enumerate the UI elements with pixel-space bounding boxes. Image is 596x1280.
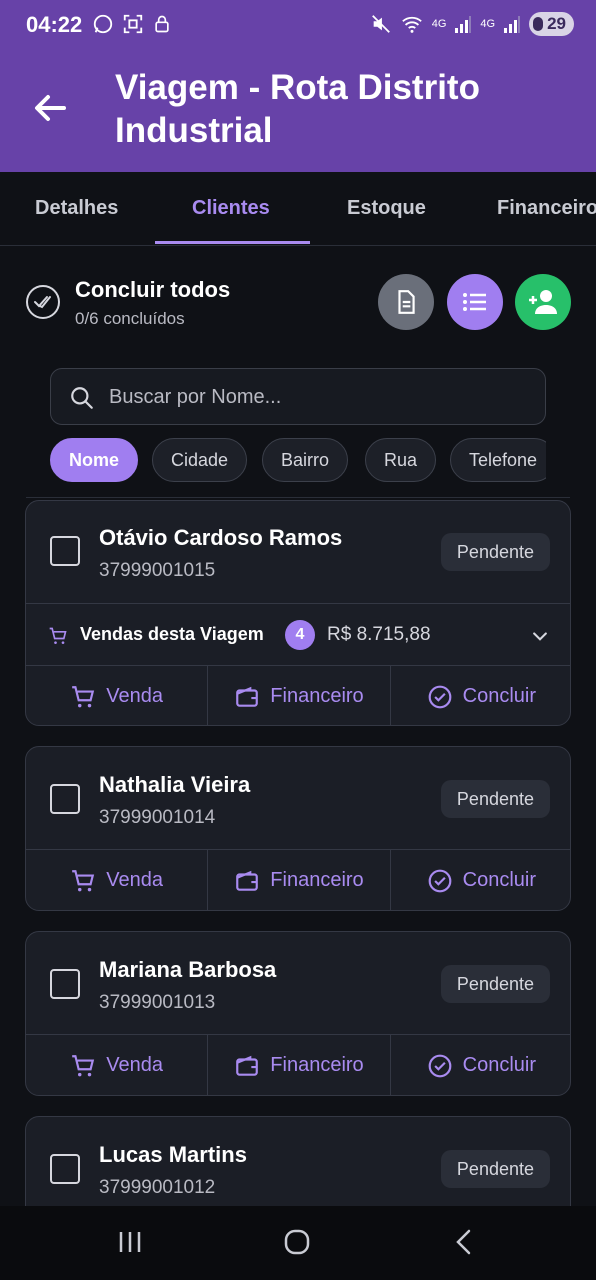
double-check-icon[interactable]	[26, 285, 60, 319]
app-bar: 04:22 4G 4G 29 Viagem - Rota Distrito In…	[0, 0, 596, 172]
status-badge: Pendente	[440, 533, 550, 571]
finance-button[interactable]: Financeiro	[208, 850, 391, 910]
page-title: Viagem - Rota Distrito Industrial	[115, 68, 480, 150]
battery-indicator: 29	[529, 12, 574, 36]
network-type-1: 4G	[431, 18, 447, 30]
lock-icon	[155, 15, 169, 33]
sales-title: Vendas desta Viagem	[80, 624, 264, 644]
sale-button[interactable]: Venda	[26, 850, 209, 910]
cart-icon	[49, 627, 67, 644]
filter-chip-rua[interactable]: Rua	[365, 438, 437, 482]
recent-apps-icon[interactable]	[116, 1228, 144, 1256]
back-arrow-icon[interactable]	[30, 88, 70, 128]
search-icon	[71, 387, 93, 409]
home-icon[interactable]	[283, 1228, 311, 1256]
filter-chip-cidade[interactable]: Cidade	[152, 438, 248, 482]
sale-button[interactable]: Venda	[26, 1035, 209, 1095]
search-input[interactable]	[109, 379, 529, 415]
sales-total: R$ 8.715,88	[327, 624, 431, 645]
status-badge: Pendente	[440, 1150, 550, 1188]
search-box	[50, 368, 546, 425]
chevron-down-icon[interactable]	[530, 626, 550, 646]
client-checkbox[interactable]	[50, 536, 80, 566]
filter-chip-nome[interactable]: Nome	[50, 438, 139, 482]
mute-icon	[371, 15, 390, 33]
conclude-button[interactable]: Concluir	[391, 850, 570, 910]
tab-detalhes[interactable]: Detalhes	[35, 197, 118, 220]
client-phone: 37999001012	[99, 1177, 216, 1198]
tab-estoque[interactable]: Estoque	[347, 197, 426, 220]
signal-icon	[455, 16, 472, 33]
status-time: 04:22	[26, 12, 83, 37]
finance-label: Financeiro	[270, 1054, 364, 1076]
conclude-progress: 0/6 concluídos	[75, 309, 185, 328]
cart-icon	[72, 1054, 95, 1076]
client-card: Mariana Barbosa 37999001013 Pendente Ven…	[25, 931, 571, 1096]
card-actions: Venda Financeiro Concluir	[26, 849, 570, 910]
back-nav-icon[interactable]	[450, 1228, 478, 1256]
sales-count-badge: 4	[285, 620, 315, 650]
whatsapp-icon	[93, 14, 113, 34]
filter-chip-telefone[interactable]: Telefone	[450, 438, 546, 482]
client-phone: 37999001014	[99, 807, 216, 828]
list-view-button[interactable]	[447, 274, 503, 330]
wallet-icon	[236, 870, 259, 891]
sales-summary[interactable]: Vendas desta Viagem 4 R$ 8.715,88	[26, 603, 570, 665]
divider	[26, 497, 570, 498]
signal-icon-2	[504, 16, 521, 33]
conclude-all-title: Concluir todos	[75, 277, 231, 302]
screenshot-icon	[123, 14, 143, 34]
document-icon	[398, 290, 415, 314]
client-phone: 37999001013	[99, 992, 216, 1013]
card-actions: Venda Financeiro Concluir	[26, 665, 570, 725]
check-circle-icon	[428, 1054, 452, 1077]
finance-label: Financeiro	[270, 869, 364, 891]
status-bar: 04:22 4G 4G 29	[0, 0, 596, 52]
filter-chip-bairro[interactable]: Bairro	[262, 438, 349, 482]
client-name: Nathalia Vieira	[99, 772, 251, 797]
cart-icon	[72, 869, 95, 891]
card-actions: Venda Financeiro Concluir	[26, 1034, 570, 1095]
wallet-icon	[236, 686, 259, 707]
network-type-2: 4G	[480, 18, 496, 30]
add-client-button[interactable]	[515, 274, 571, 330]
sale-button[interactable]: Venda	[26, 666, 209, 725]
conclude-label: Concluir	[462, 869, 536, 891]
client-card: Nathalia Vieira 37999001014 Pendente Ven…	[25, 746, 571, 911]
status-badge: Pendente	[440, 780, 550, 818]
add-user-icon	[529, 290, 557, 314]
client-name: Mariana Barbosa	[99, 957, 277, 982]
system-nav-bar	[0, 1206, 596, 1280]
tab-indicator	[155, 241, 310, 244]
check-circle-icon	[428, 869, 452, 892]
cart-icon	[72, 685, 95, 707]
status-badge: Pendente	[440, 965, 550, 1003]
filter-chips: Nome Cidade Bairro Rua Telefone	[50, 438, 546, 484]
finance-button[interactable]: Financeiro	[208, 1035, 391, 1095]
client-checkbox[interactable]	[50, 1154, 80, 1184]
tab-financeiro[interactable]: Financeiro	[497, 197, 596, 220]
client-checkbox[interactable]	[50, 784, 80, 814]
wallet-icon	[236, 1055, 259, 1076]
tab-bar: Detalhes Clientes Estoque Financeiro	[0, 172, 596, 246]
sale-label: Venda	[106, 1054, 164, 1076]
finance-label: Financeiro	[270, 685, 364, 707]
conclude-button[interactable]: Concluir	[391, 666, 570, 725]
sale-label: Venda	[106, 869, 164, 891]
check-circle-icon	[428, 685, 452, 708]
conclude-label: Concluir	[462, 1054, 536, 1076]
conclude-button[interactable]: Concluir	[391, 1035, 570, 1095]
report-button[interactable]	[378, 274, 434, 330]
conclude-label: Concluir	[462, 685, 536, 707]
sale-label: Venda	[106, 685, 164, 707]
tab-clientes[interactable]: Clientes	[192, 197, 270, 220]
finance-button[interactable]: Financeiro	[208, 666, 391, 725]
client-phone: 37999001015	[99, 560, 216, 581]
wifi-icon	[401, 16, 422, 33]
list-icon	[463, 293, 486, 311]
client-name: Lucas Martins	[99, 1142, 247, 1167]
client-card: Otávio Cardoso Ramos 37999001015 Pendent…	[25, 500, 571, 726]
client-checkbox[interactable]	[50, 969, 80, 999]
client-name: Otávio Cardoso Ramos	[99, 525, 343, 550]
